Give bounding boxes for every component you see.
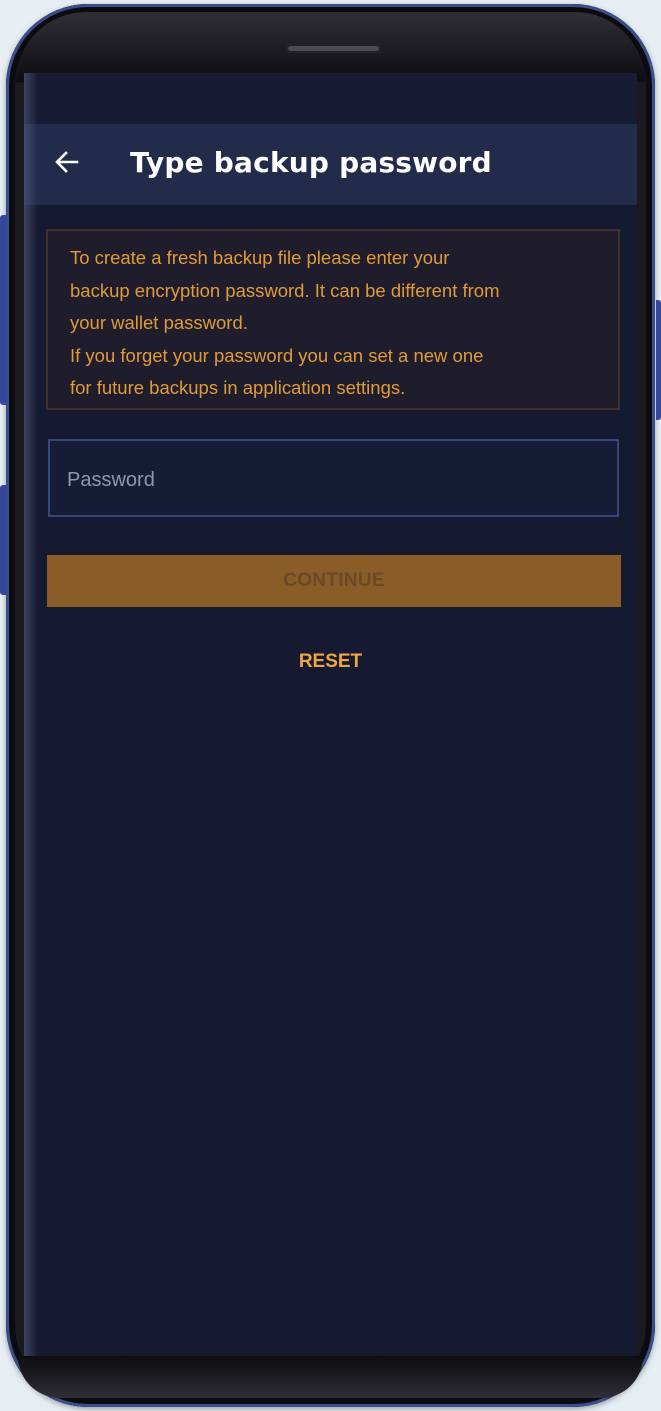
info-message-box: To create a fresh backup file please ent… [46, 229, 620, 410]
side-button-volume [0, 215, 6, 405]
info-line: To create a fresh backup file please ent… [70, 247, 450, 268]
screen-glare [24, 73, 38, 1358]
info-line: your wallet password. [70, 312, 248, 333]
phone-screen: Type backup password To create a fresh b… [24, 73, 637, 1358]
reset-button[interactable]: RESET [24, 651, 637, 673]
password-input[interactable]: Password [48, 439, 619, 517]
speaker-grille [286, 44, 381, 53]
info-line: If you forget your password you can set … [70, 344, 484, 366]
arrow-left-icon[interactable] [51, 146, 83, 178]
status-bar [24, 73, 637, 124]
info-line: backup encryption password. It can be di… [70, 279, 500, 301]
password-placeholder: Password [67, 469, 155, 491]
phone-bottom-bezel [18, 1356, 643, 1398]
app-bar: Type backup password [24, 124, 637, 205]
page-title: Type backup password [130, 146, 492, 179]
side-button-power [656, 300, 661, 420]
continue-button[interactable]: CONTINUE [47, 555, 621, 607]
info-line: for future backups in application settin… [70, 377, 406, 398]
side-button-assistant [0, 485, 6, 595]
